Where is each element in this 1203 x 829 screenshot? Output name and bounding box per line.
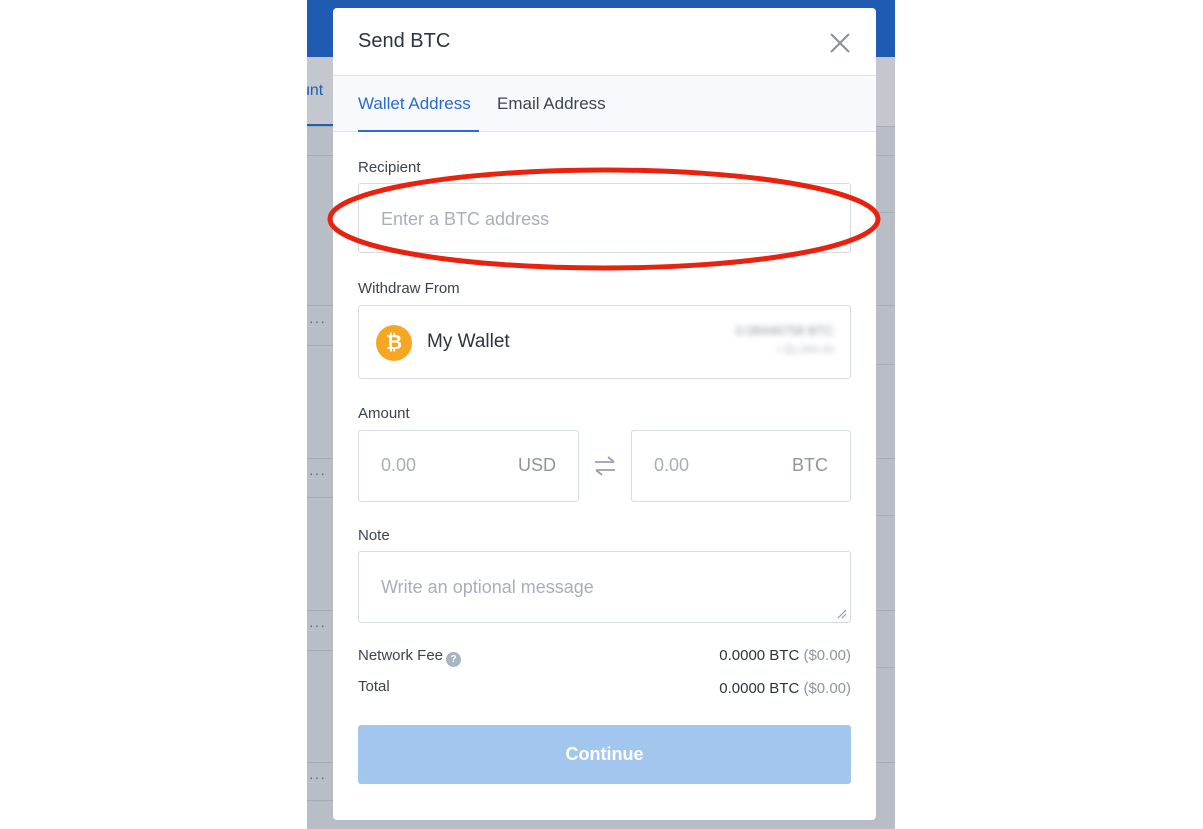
background-row-divider — [307, 800, 333, 801]
background-row-menu-icon[interactable]: ··· — [309, 313, 326, 329]
background-row-divider — [875, 762, 895, 763]
recipient-type-tabs: Wallet Address Email Address — [333, 76, 876, 132]
network-fee-value: 0.0000 BTC ($0.00) — [719, 647, 851, 664]
note-textarea[interactable]: Write an optional message — [358, 551, 851, 623]
resize-grip-icon[interactable] — [837, 609, 847, 619]
total-fiat: ($0.00) — [803, 680, 851, 697]
background-row-divider — [307, 497, 333, 498]
network-fee-btc: 0.0000 BTC — [719, 647, 800, 664]
withdraw-from-label: Withdraw From — [358, 280, 460, 297]
wallet-selector[interactable]: ₿ My Wallet 0.08446758 BTC ≈ $1,064.00 — [358, 305, 851, 379]
continue-button[interactable]: Continue — [358, 725, 851, 784]
background-row-divider — [875, 610, 895, 611]
amount-btc-placeholder: 0.00 — [654, 455, 690, 475]
amount-label: Amount — [358, 405, 410, 422]
background-row-divider — [875, 305, 895, 306]
total-label: Total — [358, 678, 390, 695]
background-row-menu-icon[interactable]: ··· — [309, 769, 326, 785]
background-row-divider — [307, 345, 333, 346]
wallet-name: My Wallet — [427, 331, 510, 352]
recipient-placeholder: Enter a BTC address — [381, 209, 550, 229]
note-placeholder: Write an optional message — [381, 577, 594, 597]
background-row-divider — [875, 667, 895, 668]
background-row-divider — [307, 458, 333, 459]
background-row-divider — [875, 212, 895, 213]
amount-btc-input[interactable]: 0.00 BTC — [631, 430, 851, 502]
total-btc: 0.0000 BTC — [719, 680, 800, 697]
amount-usd-input[interactable]: 0.00 USD — [358, 430, 579, 502]
wallet-balance-btc: 0.08446758 BTC — [735, 323, 834, 338]
background-tab-underline — [307, 124, 333, 126]
close-icon[interactable] — [825, 28, 855, 58]
background-row-divider — [307, 610, 333, 611]
recipient-label: Recipient — [358, 159, 421, 176]
background-row-divider — [307, 155, 333, 156]
background-row-divider — [875, 515, 895, 516]
network-fee-label: Network Fee — [358, 647, 444, 664]
network-fee-row: Network Fee? 0.0000 BTC ($0.00) — [358, 647, 851, 669]
amount-btc-currency: BTC — [792, 455, 828, 475]
active-tab-indicator — [358, 130, 479, 132]
background-row-divider — [875, 364, 895, 365]
bitcoin-icon: ₿ — [376, 325, 412, 361]
total-row: Total 0.0000 BTC ($0.00) — [358, 678, 851, 700]
note-label: Note — [358, 527, 390, 544]
amount-usd-currency: USD — [517, 455, 556, 475]
background-row-divider — [307, 305, 333, 306]
background-row-menu-icon[interactable]: ··· — [309, 465, 326, 481]
swap-icon[interactable] — [591, 454, 619, 478]
tab-email-address[interactable]: Email Address — [497, 94, 606, 114]
background-row-divider — [307, 650, 333, 651]
wallet-balance-fiat: ≈ $1,064.00 — [775, 344, 834, 356]
background-row-menu-icon[interactable]: ··· — [309, 617, 326, 633]
modal-title: Send BTC — [358, 30, 451, 52]
send-btc-modal: Send BTC Wallet Address Email Address Re… — [333, 8, 876, 820]
background-row-divider — [875, 458, 895, 459]
modal-header: Send BTC — [333, 8, 876, 76]
amount-usd-placeholder: 0.00 — [381, 455, 417, 475]
background-row-divider — [875, 155, 895, 156]
network-fee-fiat: ($0.00) — [803, 647, 851, 664]
tab-wallet-address[interactable]: Wallet Address — [358, 94, 471, 114]
total-value: 0.0000 BTC ($0.00) — [719, 680, 851, 697]
background-row-divider — [307, 762, 333, 763]
help-icon[interactable]: ? — [446, 652, 462, 667]
recipient-address-input[interactable]: Enter a BTC address — [358, 183, 851, 253]
background-tab-label: unt — [307, 82, 324, 99]
